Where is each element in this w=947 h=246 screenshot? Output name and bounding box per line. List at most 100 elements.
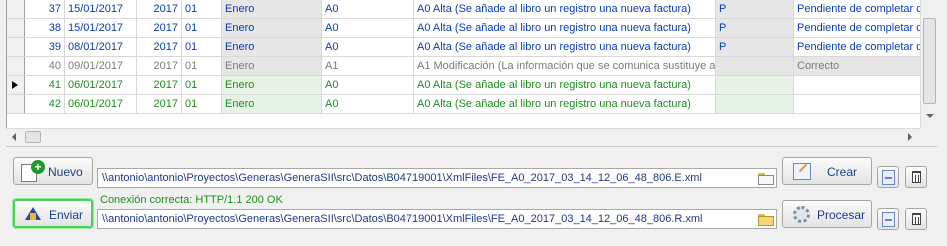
status-code-cell[interactable]: P [716,38,794,56]
status-cell[interactable] [794,76,920,94]
table-row[interactable]: 37 15/01/2017 2017 01 Enero A0 A0 Alta (Se aña… [7,0,920,19]
period-cell[interactable]: 01 [182,19,222,37]
respuesta-file-path[interactable]: \\antonio\antonio\Proyectos\Generas\Gene… [97,209,777,229]
row-indicator[interactable] [7,76,25,94]
current-row-arrow-icon [12,81,18,89]
table-row[interactable]: 40 09/01/2017 2017 01 Enero A1 A1 Modificación… [7,57,920,76]
invoice-number-cell[interactable]: 40 [25,57,65,75]
scroll-right-arrow-icon[interactable] [908,133,912,141]
period-cell[interactable]: 01 [182,0,222,18]
divider [6,146,937,147]
status-cell[interactable] [794,95,920,113]
plus-icon: + [31,160,45,174]
status-cell[interactable]: Pendiente de completar dat [794,38,920,56]
operation-type-cell[interactable]: A1 [322,57,414,75]
year-cell[interactable]: 2017 [137,57,182,75]
month-cell[interactable]: Enero [222,38,322,56]
month-cell[interactable]: Enero [222,0,322,18]
delete-envio-button[interactable] [905,166,927,188]
operation-description-cell[interactable]: A0 Alta (Se añade al libro un registro u… [414,0,716,18]
status-cell[interactable]: Correcto [794,57,920,75]
open-folder-respuesta-button[interactable] [757,213,775,227]
status-code-cell[interactable] [716,76,794,94]
aeat-logo-icon [25,207,41,221]
status-code-cell[interactable] [716,95,794,113]
xml-file-icon [882,170,895,185]
edit-document-icon [793,163,811,180]
trash-icon [912,213,921,225]
invoice-date-cell[interactable]: 09/01/2017 [65,57,137,75]
xml-file-icon [882,212,895,227]
invoice-date-cell[interactable]: 15/01/2017 [65,19,137,37]
enviar-button[interactable]: Enviar [13,199,93,228]
month-cell[interactable]: Enero [222,57,322,75]
month-cell[interactable]: Enero [222,76,322,94]
invoice-date-cell[interactable]: 06/01/2017 [65,76,137,94]
year-cell[interactable]: 2017 [137,95,182,113]
year-cell[interactable]: 2017 [137,76,182,94]
operation-description-cell[interactable]: A0 Alta (Se añade al libro un registro u… [414,76,716,94]
scroll-down-arrow-icon[interactable] [926,114,934,118]
scroll-left-arrow-icon[interactable] [12,133,16,141]
period-cell[interactable]: 01 [182,38,222,56]
horizontal-scroll-thumb[interactable] [25,131,41,143]
invoice-number-cell[interactable]: 41 [25,76,65,94]
operation-description-cell[interactable]: A0 Alta (Se añade al libro un registro u… [414,19,716,37]
status-code-cell[interactable]: P [716,0,794,18]
operation-type-cell[interactable]: A0 [322,76,414,94]
invoice-number-cell[interactable]: 42 [25,95,65,113]
envio-file-path[interactable]: \\antonio\antonio\Proyectos\Generas\Gene… [97,168,777,188]
operation-type-cell[interactable]: A0 [322,19,414,37]
row-indicator[interactable] [7,19,25,37]
procesar-button[interactable]: Procesar [782,200,872,228]
year-cell[interactable]: 2017 [137,19,182,37]
procesar-label: Procesar [817,208,866,222]
status-code-cell[interactable] [716,57,794,75]
status-cell[interactable]: Pendiente de completar dat [794,19,920,37]
table-row[interactable]: 38 15/01/2017 2017 01 Enero A0 A0 Alta (Se aña… [7,19,920,38]
xml-respuesta-button[interactable] [877,208,899,230]
folder-icon [758,173,774,185]
table-row[interactable]: 42 06/01/2017 2017 01 Enero A0 A0 Alta (Se aña… [7,95,920,114]
year-cell[interactable]: 2017 [137,38,182,56]
row-indicator[interactable] [7,38,25,56]
nuevo-label: Nuevo [48,165,83,179]
period-cell[interactable]: 01 [182,76,222,94]
operation-type-cell[interactable]: A0 [322,0,414,18]
row-indicator[interactable] [7,0,25,18]
invoice-number-cell[interactable]: 37 [25,0,65,18]
crear-button[interactable]: Crear [782,157,872,185]
vertical-scroll-thumb[interactable] [923,18,936,104]
invoice-date-cell[interactable]: 08/01/2017 [65,38,137,56]
invoice-date-cell[interactable]: 06/01/2017 [65,95,137,113]
operation-type-cell[interactable]: A0 [322,38,414,56]
vertical-scrollbar[interactable] [920,0,937,128]
status-code-cell[interactable]: P [716,19,794,37]
horizontal-scrollbar[interactable] [6,128,920,144]
operation-description-cell[interactable]: A0 Alta (Se añade al libro un registro u… [414,95,716,113]
row-indicator[interactable] [7,95,25,113]
period-cell[interactable]: 01 [182,95,222,113]
table-row[interactable]: 41 06/01/2017 2017 01 Enero A0 A0 Alta (Se aña… [7,76,920,95]
enviar-label: Enviar [49,208,84,222]
xml-envio-button[interactable] [877,166,899,188]
invoice-date-cell[interactable]: 15/01/2017 [65,0,137,18]
gear-icon [793,206,810,223]
operation-description-cell[interactable]: A1 Modificación (La información que se c… [414,57,716,75]
delete-respuesta-button[interactable] [905,208,927,230]
year-cell[interactable]: 2017 [137,0,182,18]
period-cell[interactable]: 01 [182,57,222,75]
operation-type-cell[interactable]: A0 [322,95,414,113]
month-cell[interactable]: Enero [222,95,322,113]
status-cell[interactable]: Pendiente de completar dat [794,0,920,18]
invoice-number-cell[interactable]: 38 [25,19,65,37]
open-folder-envio-button[interactable] [757,172,775,186]
invoice-grid[interactable]: 37 15/01/2017 2017 01 Enero A0 A0 Alta (Se aña… [6,0,920,128]
row-indicator[interactable] [7,57,25,75]
month-cell[interactable]: Enero [222,19,322,37]
table-row[interactable]: 39 08/01/2017 2017 01 Enero A0 A0 Alta (Se aña… [7,38,920,57]
scroll-corner [920,128,937,144]
nuevo-button[interactable]: + Nuevo [13,157,93,185]
operation-description-cell[interactable]: A0 Alta (Se añade al libro un registro u… [414,38,716,56]
invoice-number-cell[interactable]: 39 [25,38,65,56]
